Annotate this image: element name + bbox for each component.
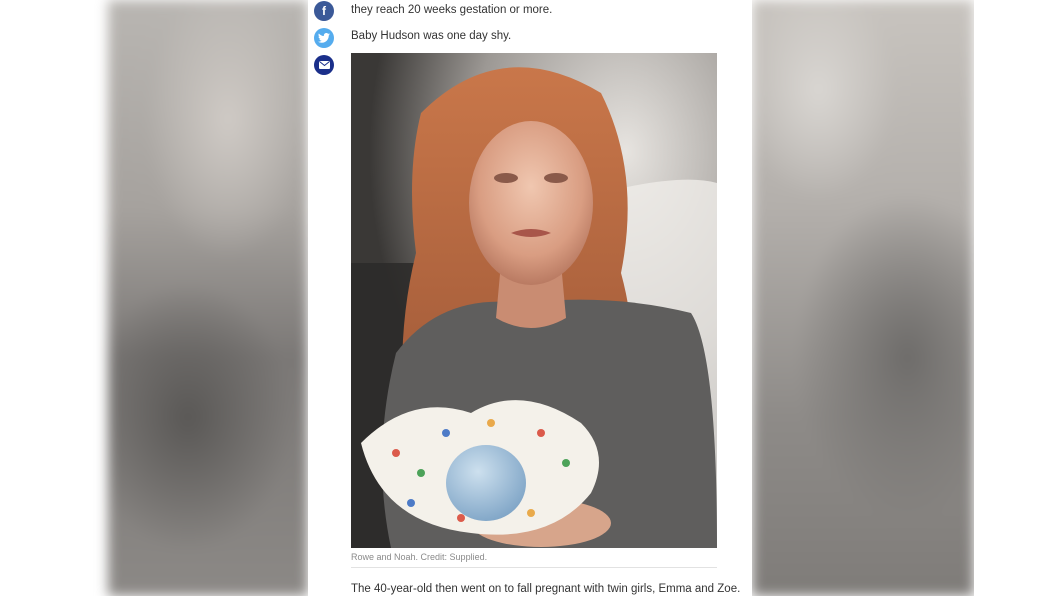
email-share-button[interactable] <box>314 55 334 75</box>
page-margin-right <box>974 0 1060 596</box>
paragraph-top: they reach 20 weeks gestation or more. <box>351 4 553 16</box>
caption-divider <box>351 567 717 568</box>
twitter-share-button[interactable] <box>314 28 334 48</box>
paragraph-twins: The 40-year-old then went on to fall pre… <box>351 583 741 595</box>
blurred-background-right <box>752 0 974 596</box>
email-icon <box>318 61 330 69</box>
twitter-icon <box>318 33 330 43</box>
photo-caption: Rowe and Noah. Credit: Supplied. <box>351 552 488 562</box>
paragraph-hudson: Baby Hudson was one day shy. <box>351 30 512 42</box>
article-body: f they reach 20 weeks gestation or more.… <box>308 0 752 596</box>
facebook-share-button[interactable]: f <box>314 1 334 21</box>
page-margin-left <box>0 0 108 596</box>
article-photo <box>351 53 717 548</box>
facebook-icon: f <box>322 4 326 18</box>
blurred-background-left <box>108 0 308 596</box>
photo-illustration <box>351 53 717 548</box>
